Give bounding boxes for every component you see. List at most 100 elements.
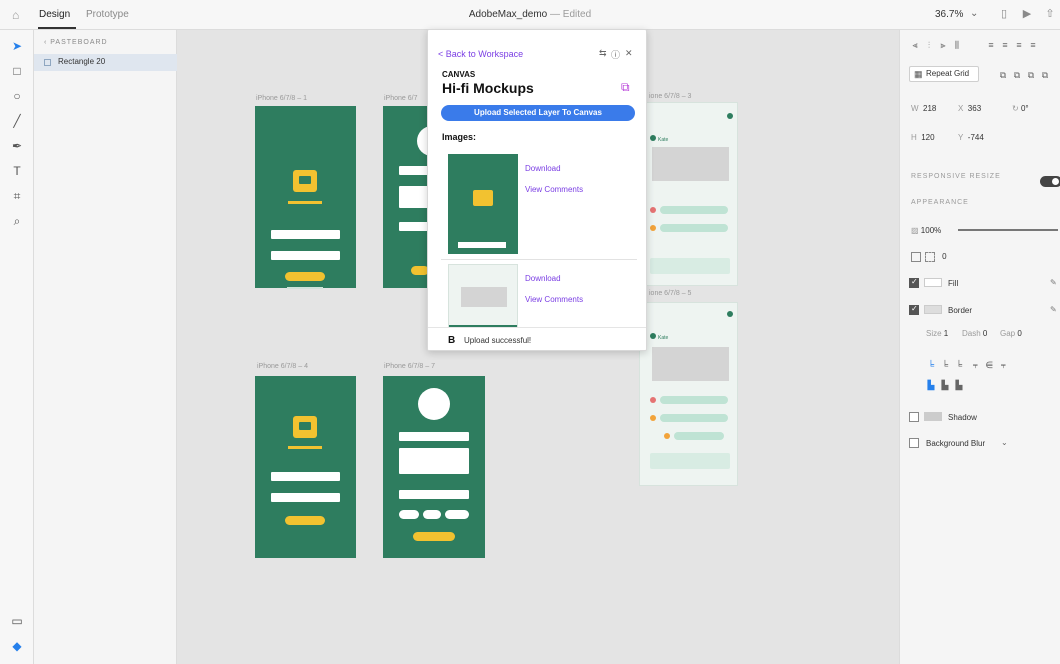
artboard-3[interactable]: Kate (639, 102, 738, 286)
password-field[interactable] (271, 251, 340, 260)
border-size-field[interactable]: Size 1 (926, 329, 948, 338)
location-field[interactable] (399, 490, 469, 499)
ellipse-tool-icon[interactable]: ○ (9, 88, 25, 104)
eyedropper-icon[interactable]: ✎ (1050, 305, 1057, 314)
fill-swatch[interactable] (924, 278, 942, 287)
info-icon[interactable]: ⓘ (611, 48, 620, 61)
forgot-password-link[interactable] (287, 287, 323, 289)
chevron-down-icon[interactable]: ⌄ (1001, 438, 1008, 447)
refresh-icon[interactable]: ⇆ (599, 48, 607, 59)
distribute-v-icon[interactable]: ≡ (1026, 40, 1040, 50)
signup-button[interactable] (285, 516, 325, 525)
share-icon[interactable]: ⇧ (1044, 8, 1056, 20)
line-tool-icon[interactable]: ╱ (9, 113, 25, 129)
email-field[interactable] (271, 472, 340, 481)
download-link[interactable]: Download (525, 274, 561, 283)
shadow-checkbox[interactable] (909, 412, 919, 422)
save-button[interactable] (413, 532, 455, 541)
background-blur-checkbox[interactable] (909, 438, 919, 448)
message-input[interactable] (650, 258, 730, 274)
download-link[interactable]: Download (525, 164, 561, 173)
upload-selected-layer-button[interactable]: Upload Selected Layer To Canvas (441, 105, 635, 121)
fill-checkbox[interactable] (909, 277, 919, 288)
align-bottom-icon[interactable]: ≡ (1012, 40, 1026, 50)
text-tool-icon[interactable]: T (9, 163, 25, 179)
align-left-icon[interactable]: ⫷ (908, 40, 922, 51)
zoom-tool-icon[interactable]: ⌕ (9, 213, 25, 229)
x-field[interactable]: X 363 (958, 104, 981, 113)
border-gap-field[interactable]: Gap 0 (1000, 329, 1022, 338)
close-icon[interactable]: ✕ (625, 48, 633, 59)
cap-butt-icon[interactable]: ▙ (924, 380, 938, 391)
tag-chip[interactable] (423, 510, 441, 519)
align-right-icon[interactable]: ⫸ (936, 40, 950, 51)
bio-field[interactable] (399, 448, 469, 474)
cap-round-icon[interactable]: ▙ (938, 380, 952, 391)
eyedropper-icon[interactable]: ✎ (1050, 278, 1057, 287)
chevron-down-icon[interactable]: ⌄ (970, 8, 978, 19)
artboard-1[interactable] (255, 106, 356, 289)
join-miter-icon[interactable]: ⫧ (968, 360, 982, 371)
border-checkbox[interactable] (909, 304, 919, 315)
tag-chip[interactable] (399, 510, 419, 519)
back-to-workspace-link[interactable]: < Back to Workspace (438, 49, 523, 59)
rotation-field[interactable]: ↻ 0° (1012, 104, 1029, 113)
boolean-intersect-icon[interactable]: ⧉ (1024, 70, 1038, 81)
artboard-5[interactable]: Kate (639, 302, 738, 486)
artboard-label[interactable]: iPhone 6/7/8 – 4 (257, 363, 308, 370)
artboard-tool-icon[interactable]: ⌗ (9, 188, 25, 204)
login-button[interactable] (285, 272, 325, 281)
y-field[interactable]: Y -744 (958, 133, 984, 142)
name-field[interactable] (399, 166, 429, 175)
radius-all-icon[interactable] (911, 252, 921, 262)
image-thumbnail[interactable] (448, 264, 518, 331)
rectangle-tool-icon[interactable]: □ (9, 63, 25, 79)
opacity-slider[interactable] (958, 229, 1058, 231)
repeat-grid-button[interactable]: ▦ Repeat Grid (909, 66, 979, 82)
assets-icon[interactable]: ▭ (9, 613, 25, 629)
artboard-2[interactable] (383, 106, 447, 288)
view-comments-link[interactable]: View Comments (525, 185, 583, 194)
width-field[interactable]: W 218 (911, 104, 936, 113)
stroke-inner-icon[interactable]: ╘ (924, 360, 938, 370)
stroke-center-icon[interactable]: ╘ (938, 360, 952, 370)
external-link-icon[interactable]: ⧉ (621, 80, 630, 95)
height-field[interactable]: H 120 (911, 133, 935, 142)
tag-chip[interactable] (445, 510, 469, 519)
pen-tool-icon[interactable]: ✒ (9, 138, 25, 154)
device-preview-icon[interactable]: ▯ (998, 8, 1010, 20)
play-icon[interactable]: ▶ (1021, 8, 1033, 20)
cap-square-icon[interactable]: ▙ (952, 380, 966, 391)
artboard-label[interactable]: ione 6/7/8 – 5 (649, 290, 691, 297)
view-comments-link[interactable]: View Comments (525, 295, 583, 304)
password-field[interactable] (271, 493, 340, 502)
boolean-add-icon[interactable]: ⧉ (996, 70, 1010, 81)
email-field[interactable] (271, 230, 340, 239)
boolean-subtract-icon[interactable]: ⧉ (1010, 70, 1024, 81)
bio-field[interactable] (399, 186, 429, 208)
align-center-icon[interactable]: ⫶ (922, 40, 936, 51)
select-tool-icon[interactable]: ➤ (9, 38, 25, 54)
artboard-7[interactable] (383, 376, 485, 558)
border-dash-field[interactable]: Dash 0 (962, 329, 987, 338)
opacity-field[interactable]: ▨ 100% (911, 226, 941, 235)
image-thumbnail[interactable] (448, 154, 518, 254)
layers-icon[interactable]: ◆ (9, 638, 25, 654)
artboard-label[interactable]: iPhone 6/7/8 – 1 (256, 95, 307, 102)
field[interactable] (399, 222, 429, 231)
layer-item-rectangle-20[interactable]: Rectangle 20 (34, 54, 177, 71)
artboard-4[interactable] (255, 376, 356, 558)
responsive-resize-toggle[interactable] (1040, 176, 1060, 187)
align-middle-icon[interactable]: ≡ (998, 40, 1012, 50)
join-round-icon[interactable]: ⋹ (982, 360, 996, 371)
artboard-label[interactable]: iPhone 6/7/8 – 7 (384, 363, 435, 370)
stroke-outer-icon[interactable]: ╘ (952, 360, 966, 370)
zoom-level[interactable]: 36.7% (935, 9, 963, 20)
join-bevel-icon[interactable]: ⫧ (996, 360, 1010, 371)
radius-individual-icon[interactable] (925, 252, 936, 262)
radius-value[interactable]: 0 (942, 252, 946, 261)
pasteboard-back-link[interactable]: ‹ PASTEBOARD (44, 39, 108, 46)
artboard-label[interactable]: iPhone 6/7 (384, 95, 417, 102)
align-top-icon[interactable]: ≡ (984, 40, 998, 50)
shadow-swatch[interactable] (924, 412, 942, 421)
